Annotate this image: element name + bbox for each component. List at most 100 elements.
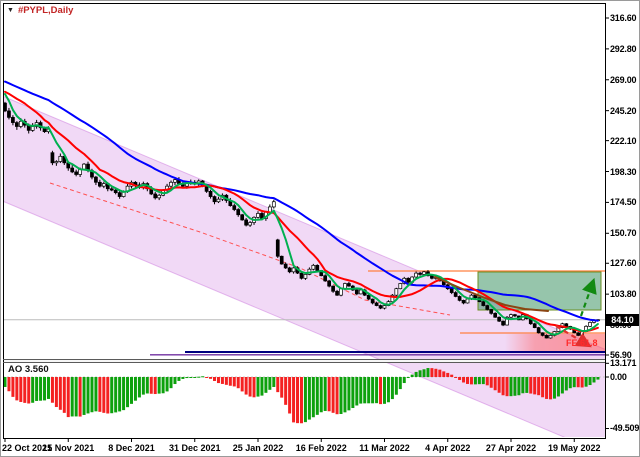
ao-bar: [197, 377, 200, 378]
ao-bar: [221, 377, 224, 384]
ao-bar: [19, 377, 22, 402]
candle-body: [237, 210, 240, 215]
candle-body: [565, 324, 568, 327]
candle-body: [15, 123, 18, 127]
ao-bar: [118, 377, 121, 411]
chart-canvas[interactable]: [0, 0, 640, 457]
ao-bar: [375, 377, 378, 403]
ao-bar: [150, 377, 153, 394]
candle-body: [367, 295, 370, 299]
ao-bar: [320, 377, 323, 412]
target-zone-rect: [478, 272, 601, 310]
ao-bar: [450, 375, 453, 377]
candle-body: [170, 182, 173, 186]
candle-body: [355, 290, 358, 294]
ao-bar: [249, 377, 252, 397]
candle-body: [419, 273, 422, 274]
candle-body: [340, 289, 343, 295]
ao-bar: [87, 377, 90, 413]
candle-body: [75, 172, 78, 175]
ao-bar: [256, 377, 259, 397]
candle-body: [336, 291, 339, 295]
candle-body: [454, 293, 457, 297]
candle-body: [415, 273, 418, 277]
ao-bar: [359, 377, 362, 404]
candle-body: [209, 191, 212, 196]
ao-bar: [430, 368, 433, 377]
date-axis-label: 16 Feb 2022: [296, 443, 347, 453]
ao-bar: [102, 377, 105, 413]
candle-body: [482, 302, 485, 306]
ao-bar: [264, 377, 267, 393]
ao-bar: [577, 377, 580, 387]
candle-body: [533, 324, 536, 328]
ao-bar: [209, 377, 212, 379]
ao-bar: [292, 377, 295, 422]
ao-bar: [59, 377, 62, 410]
date-axis-label: 27 Apr 2022: [486, 443, 536, 453]
candle-body: [328, 281, 331, 286]
ao-bar: [502, 377, 505, 395]
candle-body: [537, 328, 540, 333]
candle-body: [276, 240, 279, 256]
ao-bar: [134, 377, 137, 401]
candle-body: [383, 306, 386, 309]
ao-bar: [585, 377, 588, 387]
chart-window: ▼ #PYPL,Daily AO 3.560 FE 61.8 84.10 316…: [0, 0, 640, 457]
ao-bar: [407, 377, 410, 378]
ao-bar: [11, 377, 14, 397]
ao-bar: [35, 377, 38, 401]
candle-body: [312, 265, 315, 269]
ao-bar: [225, 377, 228, 385]
ao-bar: [126, 377, 129, 407]
price-axis-label: 127.60: [610, 258, 640, 268]
candle-body: [110, 189, 113, 190]
ao-bar: [300, 377, 303, 423]
ao-bar: [446, 373, 449, 377]
ao-bar: [83, 377, 86, 415]
ao-bar: [423, 369, 426, 377]
candle-body: [241, 215, 244, 220]
ao-bar: [47, 377, 50, 399]
date-axis-label: 25 Jan 2022: [233, 443, 284, 453]
ao-bar: [474, 377, 477, 384]
candle-body: [233, 206, 236, 210]
ao-bar: [181, 377, 184, 379]
ao-bar: [509, 377, 512, 396]
candle-body: [173, 180, 176, 183]
candle-body: [371, 299, 374, 303]
ao-bar: [553, 377, 556, 399]
ao-bar: [245, 377, 248, 395]
candle-body: [114, 190, 117, 193]
ao-bar: [336, 377, 339, 414]
ao-bar: [67, 377, 70, 417]
price-axis-label: 198.30: [610, 167, 640, 177]
ao-bar: [142, 377, 145, 395]
candle-body: [450, 289, 453, 293]
candle-body: [423, 272, 426, 275]
date-axis-label: 11 Mar 2022: [359, 443, 410, 453]
candle-body: [288, 268, 291, 272]
ao-bar: [561, 377, 564, 393]
candle-body: [509, 315, 512, 318]
candle-body: [7, 111, 10, 117]
candle-body: [502, 321, 505, 325]
chart-menu-icon[interactable]: ▼: [7, 6, 14, 16]
ao-bar: [43, 377, 46, 400]
ao-bar: [130, 377, 133, 404]
candle-body: [407, 278, 410, 282]
ao-bar: [260, 377, 263, 396]
ao-bar: [268, 377, 271, 390]
ao-bar: [173, 377, 176, 384]
fib-extension-label: FE 61.8: [566, 338, 598, 348]
candle-body: [513, 315, 516, 316]
price-axis-label: 174.50: [610, 197, 640, 207]
ao-bar: [90, 377, 93, 412]
ao-bar: [316, 377, 319, 415]
ao-bar: [217, 377, 220, 383]
chart-title-row: ▼ #PYPL,Daily: [7, 5, 73, 16]
ao-bar: [328, 377, 331, 411]
candle-body: [284, 264, 287, 268]
candle-body: [292, 268, 295, 272]
ao-bar: [525, 377, 528, 393]
